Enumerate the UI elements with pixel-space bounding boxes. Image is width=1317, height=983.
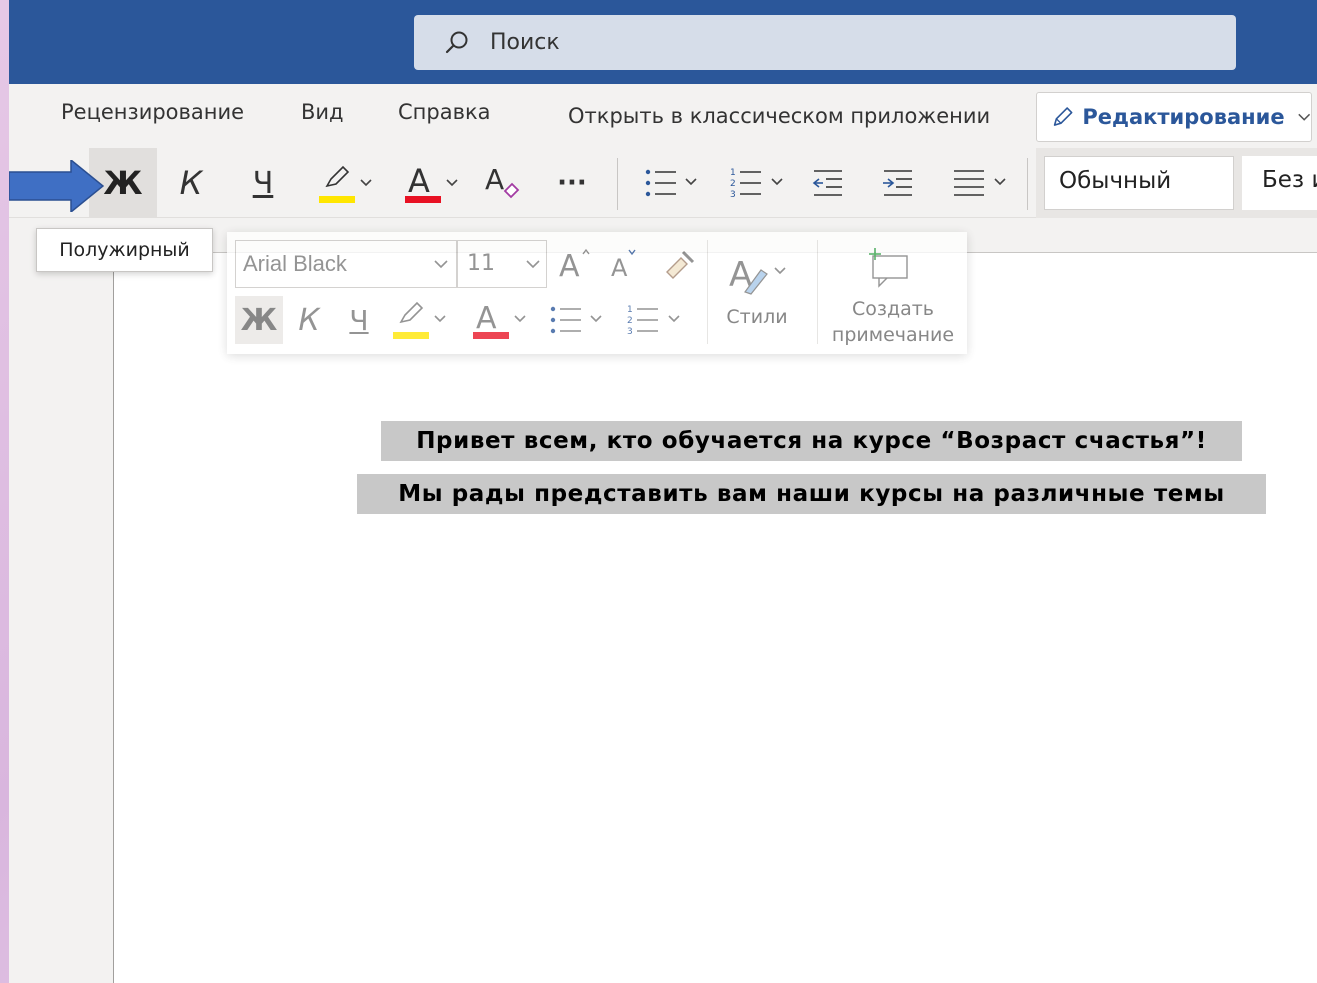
align-icon	[954, 170, 1006, 196]
new-comment-button[interactable]: Создать примечание	[823, 240, 963, 350]
styles-gallery: Обычный Без интервала	[1036, 148, 1317, 218]
tab-review[interactable]: Рецензирование	[61, 100, 244, 124]
chevron-down-icon	[526, 260, 540, 269]
font-color-icon: A	[405, 162, 458, 203]
svg-text:2: 2	[730, 179, 736, 189]
svg-text:A: A	[476, 301, 497, 336]
mini-italic-button[interactable]: К	[289, 296, 329, 344]
bullet-list-icon	[645, 169, 697, 197]
italic-button[interactable]: К	[169, 148, 213, 218]
floating-mini-toolbar: Arial Black 11 A A Ж К Ч A 1 2 3 A Стили…	[227, 232, 967, 354]
mini-bullet-list-icon[interactable]	[545, 300, 615, 340]
chevron-down-icon	[434, 260, 448, 269]
svg-text:1: 1	[730, 168, 736, 178]
decrease-indent-button[interactable]	[805, 148, 851, 218]
underline-button[interactable]: Ч	[241, 148, 285, 218]
styles-label: Стили	[726, 306, 788, 328]
mini-numbered-list-icon[interactable]: 1 2 3	[623, 300, 693, 340]
mini-styles-button[interactable]: A Стили	[717, 240, 807, 344]
editing-mode-label: Редактирование	[1082, 105, 1285, 129]
svg-text:A: A	[559, 249, 580, 284]
divider	[1027, 158, 1028, 210]
style-no-spacing[interactable]: Без интервала	[1242, 156, 1317, 210]
svg-text:2: 2	[627, 316, 633, 326]
document-text-line-1[interactable]: Привет всем, кто обучается на курсе “Воз…	[381, 421, 1242, 461]
svg-text:A: A	[408, 162, 430, 200]
shrink-font-icon[interactable]: A	[607, 244, 647, 284]
search-placeholder: Поиск	[490, 30, 560, 55]
word-online-window: Поиск Рецензирование Вид Справка Открыть…	[9, 0, 1317, 983]
divider	[817, 240, 818, 344]
highlight-color-button[interactable]	[309, 148, 381, 218]
clear-formatting-icon: A	[485, 163, 520, 199]
comment-icon	[869, 248, 908, 288]
mini-underline-button[interactable]: Ч	[339, 296, 379, 344]
styles-icon: A	[729, 255, 786, 295]
open-in-desktop-app[interactable]: Открыть в классическом приложении	[568, 104, 990, 128]
numbered-list-icon: 1 2 3	[730, 168, 783, 200]
bullet-list-button[interactable]	[637, 148, 707, 218]
comment-label-line-1: Создать	[851, 298, 935, 320]
tab-help[interactable]: Справка	[398, 100, 491, 124]
arrow-pointer-icon	[9, 160, 104, 212]
search-box[interactable]: Поиск	[414, 15, 1236, 70]
svg-text:1: 1	[627, 305, 633, 315]
mini-highlighter-icon[interactable]	[387, 296, 457, 344]
svg-text:3: 3	[627, 327, 633, 337]
grow-font-icon[interactable]: A	[557, 244, 597, 284]
svg-text:A: A	[485, 163, 504, 196]
align-button[interactable]	[945, 148, 1017, 218]
document-text-line-2[interactable]: Мы рады представить вам наши курсы на ра…	[357, 474, 1266, 514]
clear-formatting-button[interactable]: A	[479, 148, 527, 218]
divider	[617, 158, 618, 210]
numbered-list-button[interactable]: 1 2 3	[723, 148, 793, 218]
increase-indent-icon	[883, 170, 912, 196]
font-name-box[interactable]: Arial Black	[235, 240, 457, 288]
document-page[interactable]	[113, 252, 1317, 983]
font-color-button[interactable]: A	[395, 148, 467, 218]
pencil-icon	[1053, 107, 1073, 126]
highlighter-icon	[319, 165, 372, 203]
comment-label-line-2: примечание	[831, 324, 955, 346]
style-normal[interactable]: Обычный	[1044, 156, 1234, 210]
home-toolbar: Ж К Ч A A ··· 1 2 3 Обычный Без	[9, 148, 1317, 218]
title-bar: Поиск	[9, 0, 1317, 84]
search-icon	[445, 31, 468, 53]
editing-mode-button[interactable]: Редактирование	[1036, 92, 1312, 142]
tab-view[interactable]: Вид	[301, 100, 344, 124]
increase-indent-button[interactable]	[875, 148, 921, 218]
ribbon-tabs: Рецензирование Вид Справка Открыть в кла…	[9, 84, 1317, 148]
svg-text:A: A	[611, 254, 628, 282]
mini-bold-button[interactable]: Ж	[235, 296, 283, 344]
svg-text:3: 3	[730, 190, 736, 200]
decrease-indent-icon	[812, 170, 842, 196]
chevron-down-icon	[1297, 113, 1310, 121]
more-options-button[interactable]: ···	[549, 148, 595, 218]
format-painter-icon[interactable]	[659, 244, 699, 284]
divider	[707, 240, 708, 344]
mini-font-color-icon[interactable]: A	[467, 296, 537, 344]
bold-tooltip: Полужирный	[36, 228, 213, 272]
